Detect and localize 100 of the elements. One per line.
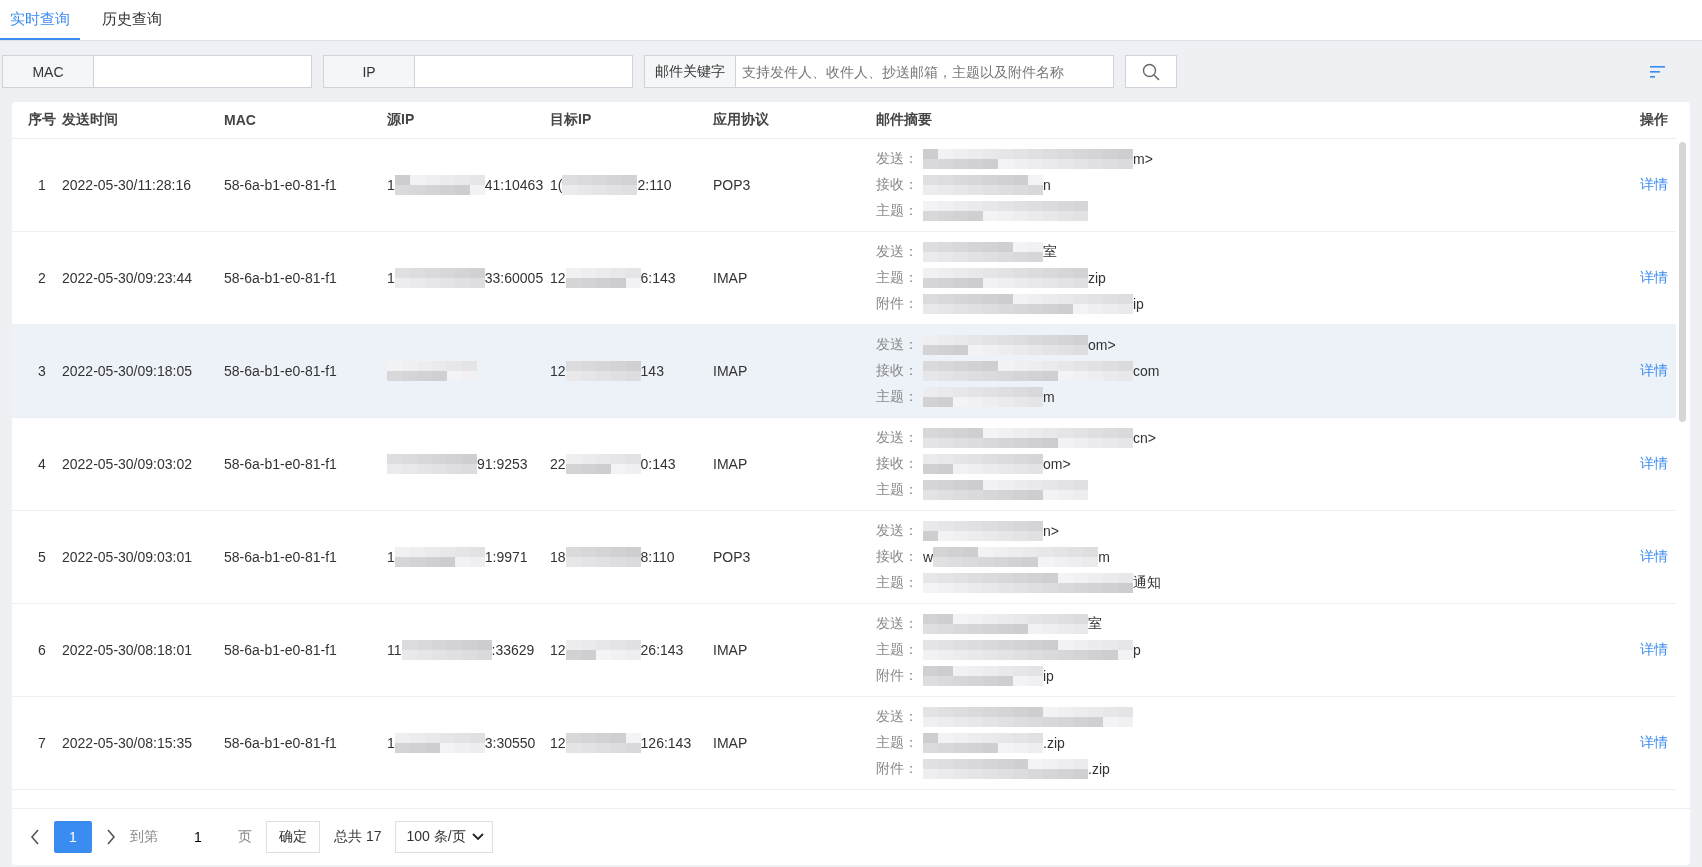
- summary-text: .zip: [1088, 761, 1110, 777]
- input-field[interactable]: 支持发件人、收件人、抄送邮箱，主题以及附件名称: [736, 55, 1114, 88]
- confirm-button[interactable]: 确定: [266, 821, 320, 853]
- table-cell: 91:9253: [477, 456, 528, 472]
- column-header: 源IP: [387, 111, 415, 129]
- column-header: 操作: [1640, 111, 1668, 129]
- column-header: 序号: [28, 111, 56, 129]
- table-cell: 2022-05-30/08:15:35: [62, 735, 192, 751]
- table-cell: 41:10463: [484, 177, 544, 193]
- details-link[interactable]: 详情: [1640, 176, 1668, 194]
- summary-label: 主题：: [876, 269, 919, 287]
- table-cell: 1:9971: [484, 549, 528, 565]
- table-row[interactable]: 3 2022-05-30/09:18:05 58-6a-b1-e0-81-f1 12 143 IMAP 发送： om> 接收： com 主题： m 详情: [12, 325, 1676, 418]
- table-cell: 143: [640, 363, 664, 379]
- table-cell: IMAP: [713, 735, 748, 751]
- table-cell: POP3: [713, 549, 751, 565]
- column-header: 发送时间: [62, 111, 118, 129]
- field-label: IP: [323, 55, 415, 88]
- scrollbar[interactable]: [1679, 142, 1686, 422]
- column-header: 目标IP: [550, 111, 592, 129]
- summary-text: cn>: [1133, 430, 1156, 446]
- summary-text: ip: [1133, 296, 1144, 312]
- summary-label: 附件：: [876, 760, 919, 778]
- previous-page-button[interactable]: [30, 829, 40, 845]
- table-cell: 1: [387, 177, 395, 193]
- table-cell: 58-6a-b1-e0-81-f1: [224, 363, 337, 379]
- table-cell: 2022-05-30/09:18:05: [62, 363, 192, 379]
- details-link[interactable]: 详情: [1640, 455, 1668, 473]
- summary-label: 接收：: [876, 362, 919, 380]
- summary-label: 主题：: [876, 734, 919, 752]
- input-field[interactable]: [94, 55, 312, 88]
- column-header: 邮件摘要: [876, 111, 932, 129]
- summary-text: om>: [1043, 456, 1071, 472]
- table-cell: 0:143: [640, 456, 676, 472]
- summary-label: 附件：: [876, 667, 919, 685]
- table-cell: 2: [38, 270, 46, 286]
- summary-text: ip: [1043, 668, 1054, 684]
- sort-icon: [1650, 65, 1666, 78]
- details-link[interactable]: 详情: [1640, 269, 1668, 287]
- table-cell: 12: [550, 270, 566, 286]
- table-cell: 1: [38, 177, 46, 193]
- summary-text: 通知: [1133, 574, 1161, 592]
- details-link[interactable]: 详情: [1640, 641, 1668, 659]
- summary-label: 主题：: [876, 388, 919, 406]
- table-cell: POP3: [713, 177, 751, 193]
- table-cell: IMAP: [713, 363, 748, 379]
- summary-label: 主题：: [876, 202, 919, 220]
- column-header: MAC: [224, 112, 256, 128]
- summary-text: n: [1043, 177, 1051, 193]
- summary-label: 接收：: [876, 455, 919, 473]
- total-count: 总共 17: [334, 828, 382, 846]
- table-cell: 2022-05-30/08:18:01: [62, 642, 192, 658]
- summary-label: 发送：: [876, 708, 919, 726]
- table-cell: 12: [550, 642, 566, 658]
- table-cell: 1: [387, 549, 395, 565]
- summary-label: 接收：: [876, 176, 919, 194]
- page-size-select[interactable]: 100 条/页: [395, 821, 493, 853]
- summary-label: 附件：: [876, 295, 919, 313]
- table-cell: 8:110: [640, 549, 675, 565]
- summary-label: 主题：: [876, 641, 919, 659]
- table-cell: 58-6a-b1-e0-81-f1: [224, 270, 337, 286]
- next-page-button[interactable]: [106, 829, 116, 845]
- page-unit-label: 页: [238, 828, 252, 846]
- summary-label: 主题：: [876, 481, 919, 499]
- table-cell: IMAP: [713, 270, 748, 286]
- column-header: 应用协议: [713, 111, 769, 129]
- table-cell: 58-6a-b1-e0-81-f1: [224, 456, 337, 472]
- summary-text: om>: [1088, 337, 1116, 353]
- chevron-right-icon: [106, 829, 116, 845]
- summary-label: 发送：: [876, 522, 919, 540]
- table-cell: :33629: [491, 642, 535, 658]
- table-cell: 7: [38, 735, 46, 751]
- summary-text: .zip: [1043, 735, 1065, 751]
- field-label: MAC: [2, 55, 94, 88]
- details-link[interactable]: 详情: [1640, 734, 1668, 752]
- summary-text: m: [1043, 389, 1055, 405]
- field-label: 邮件关键字: [644, 55, 736, 88]
- table-cell: 18: [550, 549, 566, 565]
- search-button[interactable]: [1125, 55, 1177, 88]
- summary-label: 接收：: [876, 548, 919, 566]
- table-cell: 4: [38, 456, 46, 472]
- chevron-left-icon: [30, 829, 40, 845]
- input-field[interactable]: [415, 55, 633, 88]
- goto-label: 到第: [130, 828, 158, 846]
- details-link[interactable]: 详情: [1640, 548, 1668, 566]
- table-cell: IMAP: [713, 642, 748, 658]
- table-cell: 26:143: [640, 642, 684, 658]
- summary-label: 发送：: [876, 150, 919, 168]
- table-cell: IMAP: [713, 456, 748, 472]
- table-cell: 6:143: [640, 270, 676, 286]
- search-icon: [1141, 61, 1161, 82]
- tab[interactable]: 历史查询: [92, 0, 172, 40]
- table-cell: 12: [550, 363, 566, 379]
- table-cell: 3: [38, 363, 46, 379]
- table-cell: 1(: [550, 177, 563, 193]
- summary-text: 室: [1043, 243, 1057, 261]
- tab[interactable]: 实时查询: [0, 0, 80, 40]
- summary-text: com: [1133, 363, 1160, 379]
- table-cell: 6: [38, 642, 46, 658]
- table-cell: 58-6a-b1-e0-81-f1: [224, 735, 337, 751]
